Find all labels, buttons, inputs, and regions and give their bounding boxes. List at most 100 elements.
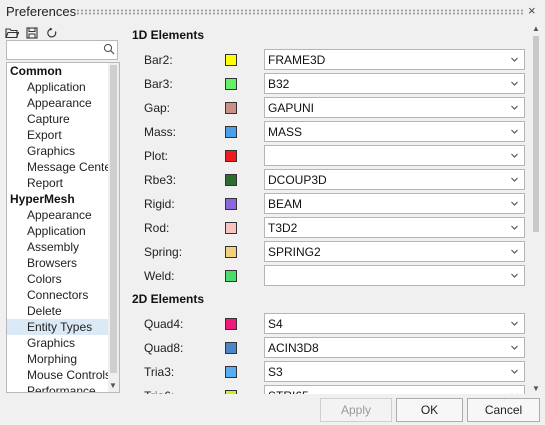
row-label: Tria3: (144, 365, 175, 379)
element-type-row: Bar2: FRAME3D (124, 49, 528, 71)
cancel-button[interactable]: Cancel (467, 398, 540, 422)
element-type-row: Rigid: BEAM (124, 193, 528, 215)
row-label: Weld: (144, 269, 175, 283)
tree-item[interactable]: Entity Types (7, 319, 109, 335)
reset-icon[interactable] (44, 25, 60, 41)
element-type-dropdown[interactable]: S3 (264, 361, 525, 382)
tree-item[interactable]: Appearance (7, 207, 109, 223)
dropdown-value: B32 (268, 77, 290, 91)
color-swatch[interactable] (225, 342, 237, 354)
open-folder-icon[interactable] (4, 25, 20, 41)
element-type-dropdown[interactable] (264, 145, 525, 166)
tree-item[interactable]: Graphics (7, 335, 109, 351)
element-type-dropdown[interactable]: BEAM (264, 193, 525, 214)
tree-item[interactable]: Morphing (7, 351, 109, 367)
color-swatch[interactable] (225, 270, 237, 282)
dropdown-value: GAPUNI (268, 101, 315, 115)
element-type-dropdown[interactable]: GAPUNI (264, 97, 525, 118)
search-input[interactable] (7, 41, 99, 59)
tree-item[interactable]: Application (7, 79, 109, 95)
color-swatch[interactable] (225, 78, 237, 90)
element-type-dropdown[interactable]: B32 (264, 73, 525, 94)
tree-item[interactable]: Graphics (7, 143, 109, 159)
color-swatch[interactable] (225, 150, 237, 162)
chevron-down-icon (511, 153, 518, 158)
tree-group-header[interactable]: HyperMesh (7, 191, 109, 207)
color-swatch[interactable] (225, 126, 237, 138)
tree-item[interactable]: Connectors (7, 287, 109, 303)
element-type-row: Quad8: ACIN3D8 (124, 337, 528, 359)
chevron-down-icon (511, 201, 518, 206)
row-label: Spring: (144, 245, 183, 259)
dropdown-value: T3D2 (268, 221, 298, 235)
element-type-dropdown[interactable]: STRI65 (264, 385, 525, 394)
color-swatch[interactable] (225, 174, 237, 186)
dropdown-value: ACIN3D8 (268, 341, 319, 355)
chevron-down-icon (511, 129, 518, 134)
row-label: Mass: (144, 125, 177, 139)
scroll-up-icon[interactable]: ▲ (532, 24, 540, 33)
chevron-down-icon (511, 369, 518, 374)
chevron-down-icon (511, 345, 518, 350)
ok-button[interactable]: OK (396, 398, 463, 422)
search-icon[interactable] (103, 43, 117, 57)
tree-item[interactable]: Application (7, 223, 109, 239)
tree-scroll-thumb[interactable] (110, 65, 117, 373)
color-swatch[interactable] (225, 318, 237, 330)
tree-item[interactable]: Delete (7, 303, 109, 319)
tree-item[interactable]: Assembly (7, 239, 109, 255)
color-swatch[interactable] (225, 222, 237, 234)
section-title: 1D Elements (132, 28, 205, 42)
element-type-row: Weld: (124, 265, 528, 287)
tree-items: Common Application Appearance Capture Export… (7, 63, 115, 392)
element-type-dropdown[interactable]: SPRING2 (264, 241, 525, 262)
color-swatch[interactable] (225, 390, 237, 394)
tree-item[interactable]: Performance (7, 383, 109, 392)
content-scrollbar[interactable]: ▲ ▼ (530, 22, 542, 394)
tree-item[interactable]: Export (7, 127, 109, 143)
color-swatch[interactable] (225, 366, 237, 378)
dropdown-value: BEAM (268, 197, 303, 211)
drag-handle[interactable] (76, 9, 524, 15)
scroll-down-icon[interactable]: ▼ (532, 384, 540, 393)
chevron-down-icon (511, 177, 518, 182)
element-type-dropdown[interactable]: DCOUP3D (264, 169, 525, 190)
chevron-down-icon (511, 105, 518, 110)
tree-item[interactable]: Report (7, 175, 109, 191)
element-type-dropdown[interactable] (264, 265, 525, 286)
close-icon[interactable]: × (528, 3, 536, 18)
tree-item[interactable]: Capture (7, 111, 109, 127)
element-type-dropdown[interactable]: S4 (264, 313, 525, 334)
tree-group-header[interactable]: Common (7, 63, 109, 79)
row-label: Rod: (144, 221, 170, 235)
element-type-row: Plot: (124, 145, 528, 167)
element-type-row: Rod: T3D2 (124, 217, 528, 239)
element-type-row: Tria3: S3 (124, 361, 528, 383)
row-label: Quad8: (144, 341, 184, 355)
tree-item[interactable]: Mouse Controls (7, 367, 111, 383)
color-swatch[interactable] (225, 198, 237, 210)
dropdown-value: DCOUP3D (268, 173, 327, 187)
row-label: Rbe3: (144, 173, 177, 187)
chevron-down-icon (511, 249, 518, 254)
row-label: Bar3: (144, 77, 173, 91)
element-type-dropdown[interactable]: T3D2 (264, 217, 525, 238)
color-swatch[interactable] (225, 246, 237, 258)
element-type-dropdown[interactable]: ACIN3D8 (264, 337, 525, 358)
apply-button[interactable]: Apply (320, 398, 392, 422)
chevron-down-icon (511, 321, 518, 326)
save-icon[interactable] (24, 25, 40, 41)
scroll-down-icon[interactable]: ▼ (109, 382, 117, 390)
tree-item[interactable]: Browsers (7, 255, 109, 271)
color-swatch[interactable] (225, 102, 237, 114)
color-swatch[interactable] (225, 54, 237, 66)
element-type-row: Bar3: B32 (124, 73, 528, 95)
tree-item[interactable]: Appearance (7, 95, 109, 111)
tree-item[interactable]: Message Center (7, 159, 115, 175)
element-type-dropdown[interactable]: MASS (264, 121, 525, 142)
tree-scrollbar[interactable]: ▼ (108, 63, 119, 392)
chevron-down-icon (511, 225, 518, 230)
tree-item[interactable]: Colors (7, 271, 109, 287)
element-type-dropdown[interactable]: FRAME3D (264, 49, 525, 70)
content-scroll-thumb[interactable] (533, 36, 539, 232)
